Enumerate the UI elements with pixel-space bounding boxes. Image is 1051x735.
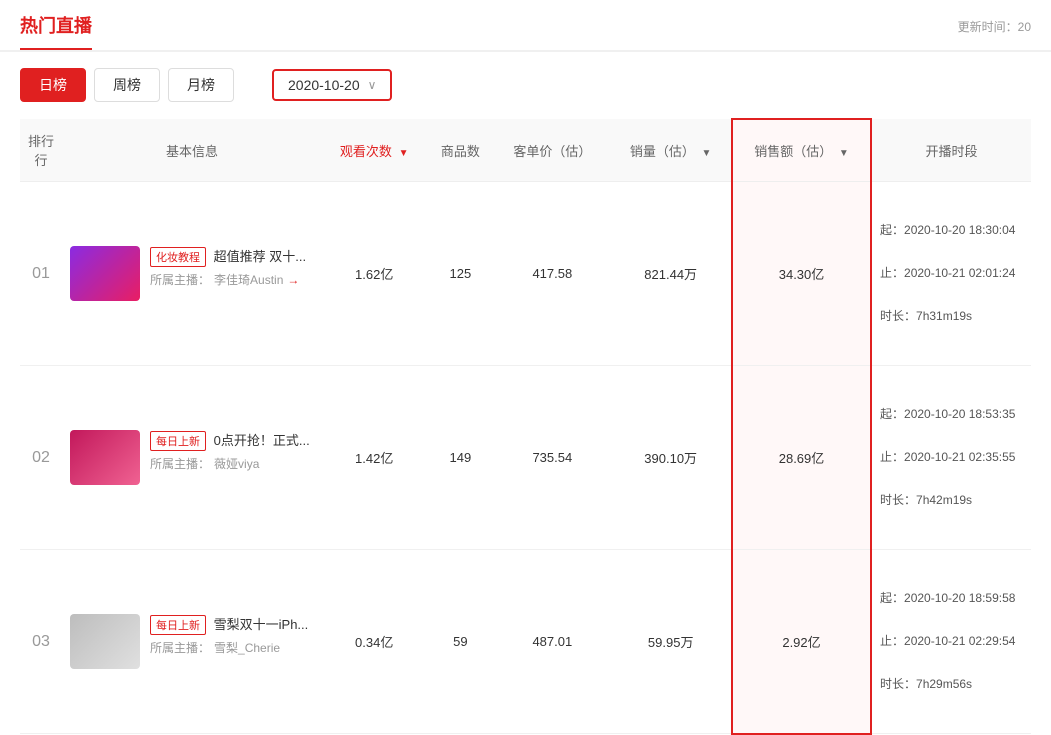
col-sales[interactable]: 销量（估） ▼	[610, 119, 732, 182]
cell-info: 每日上新 雪梨双十一iPh... 所属主播： 雪梨_Cherie	[62, 550, 322, 734]
col-rank: 排行 行	[20, 119, 62, 182]
chevron-down-icon: ∨	[368, 78, 377, 92]
owner-info: 所属主播： 雪梨_Cherie	[150, 639, 308, 656]
live-title: 雪梨双十一iPh...	[214, 617, 309, 632]
table-row: 01 化妆教程 超值推荐 双十... 所属主播： 李佳琦Austin → 1.6…	[20, 182, 1031, 366]
update-time: 更新时间：20	[958, 18, 1031, 45]
owner-info: 所属主播： 薇娅viya	[150, 455, 310, 472]
tag-label: 每日上新	[150, 431, 206, 451]
col-unit-price: 客单价（估）	[494, 119, 610, 182]
col-broadcast-time: 开播时段	[871, 119, 1031, 182]
cell-sales: 821.44万	[610, 182, 732, 366]
table-row: 03 每日上新 雪梨双十一iPh... 所属主播： 雪梨_Cherie 0.34…	[20, 550, 1031, 734]
cell-views: 1.42亿	[322, 366, 426, 550]
info-cell: 每日上新 雪梨双十一iPh... 所属主播： 雪梨_Cherie	[70, 614, 314, 669]
info-cell: 化妆教程 超值推荐 双十... 所属主播： 李佳琦Austin →	[70, 246, 314, 301]
tab-daily[interactable]: 日榜	[20, 68, 86, 102]
page-container: 热门直播 更新时间：20 日榜 周榜 月榜 2020-10-20 ∨ 排行 行 …	[0, 0, 1051, 735]
col-revenue[interactable]: 销售额（估） ▼	[732, 119, 871, 182]
col-views[interactable]: 观看次数 ▼	[322, 119, 426, 182]
cell-products: 149	[426, 366, 494, 550]
sort-icon-views: ▼	[399, 148, 409, 159]
owner-name: 李佳琦Austin	[214, 271, 283, 288]
date-value: 2020-10-20	[288, 77, 360, 93]
arrow-right-icon: →	[287, 273, 299, 287]
cell-unit-price: 735.54	[494, 366, 610, 550]
date-picker[interactable]: 2020-10-20 ∨	[272, 69, 392, 101]
cell-info: 每日上新 0点开抢！正式... 所属主播： 薇娅viya	[62, 366, 322, 550]
table-header-row: 排行 行 基本信息 观看次数 ▼ 商品数 客单价（估） 销量（估） ▼	[20, 119, 1031, 182]
tab-bar: 日榜 周榜 月榜 2020-10-20 ∨	[0, 52, 1051, 118]
cell-info: 化妆教程 超值推荐 双十... 所属主播： 李佳琦Austin →	[62, 182, 322, 366]
cell-revenue: 28.69亿	[732, 366, 871, 550]
cell-revenue: 2.92亿	[732, 550, 871, 734]
owner-name: 薇娅viya	[214, 455, 259, 472]
cell-broadcast-time: 起：2020-10-20 18:53:35 止：2020-10-21 02:35…	[871, 366, 1031, 550]
sort-icon-sales: ▼	[702, 148, 712, 159]
cell-rank: 02	[20, 366, 62, 550]
cell-views: 0.34亿	[322, 550, 426, 734]
tab-monthly[interactable]: 月榜	[168, 68, 234, 102]
cell-broadcast-time: 起：2020-10-20 18:59:58 止：2020-10-21 02:29…	[871, 550, 1031, 734]
cell-sales: 390.10万	[610, 366, 732, 550]
cell-products: 59	[426, 550, 494, 734]
table-row: 02 每日上新 0点开抢！正式... 所属主播： 薇娅viya 1.42亿149…	[20, 366, 1031, 550]
thumbnail	[70, 430, 140, 485]
thumbnail	[70, 246, 140, 301]
owner-label: 所属主播：	[150, 271, 210, 288]
cell-products: 125	[426, 182, 494, 366]
page-title: 热门直播	[20, 12, 92, 50]
sort-icon-revenue: ▼	[839, 148, 849, 159]
thumbnail	[70, 614, 140, 669]
live-title: 超值推荐 双十...	[214, 249, 306, 264]
tab-weekly[interactable]: 周榜	[94, 68, 160, 102]
cell-sales: 59.95万	[610, 550, 732, 734]
owner-name: 雪梨_Cherie	[214, 639, 280, 656]
cell-broadcast-time: 起：2020-10-20 18:30:04 止：2020-10-21 02:01…	[871, 182, 1031, 366]
owner-label: 所属主播：	[150, 455, 210, 472]
info-cell: 每日上新 0点开抢！正式... 所属主播： 薇娅viya	[70, 430, 314, 485]
col-info: 基本信息	[62, 119, 322, 182]
cell-unit-price: 417.58	[494, 182, 610, 366]
owner-info: 所属主播： 李佳琦Austin →	[150, 271, 306, 288]
header: 热门直播 更新时间：20	[0, 0, 1051, 52]
cell-rank: 03	[20, 550, 62, 734]
col-products: 商品数	[426, 119, 494, 182]
tag-label: 每日上新	[150, 615, 206, 635]
owner-label: 所属主播：	[150, 639, 210, 656]
cell-rank: 01	[20, 182, 62, 366]
data-table: 排行 行 基本信息 观看次数 ▼ 商品数 客单价（估） 销量（估） ▼	[0, 118, 1051, 735]
tag-label: 化妆教程	[150, 247, 206, 267]
cell-revenue: 34.30亿	[732, 182, 871, 366]
live-title: 0点开抢！正式...	[214, 433, 310, 448]
cell-unit-price: 487.01	[494, 550, 610, 734]
cell-views: 1.62亿	[322, 182, 426, 366]
